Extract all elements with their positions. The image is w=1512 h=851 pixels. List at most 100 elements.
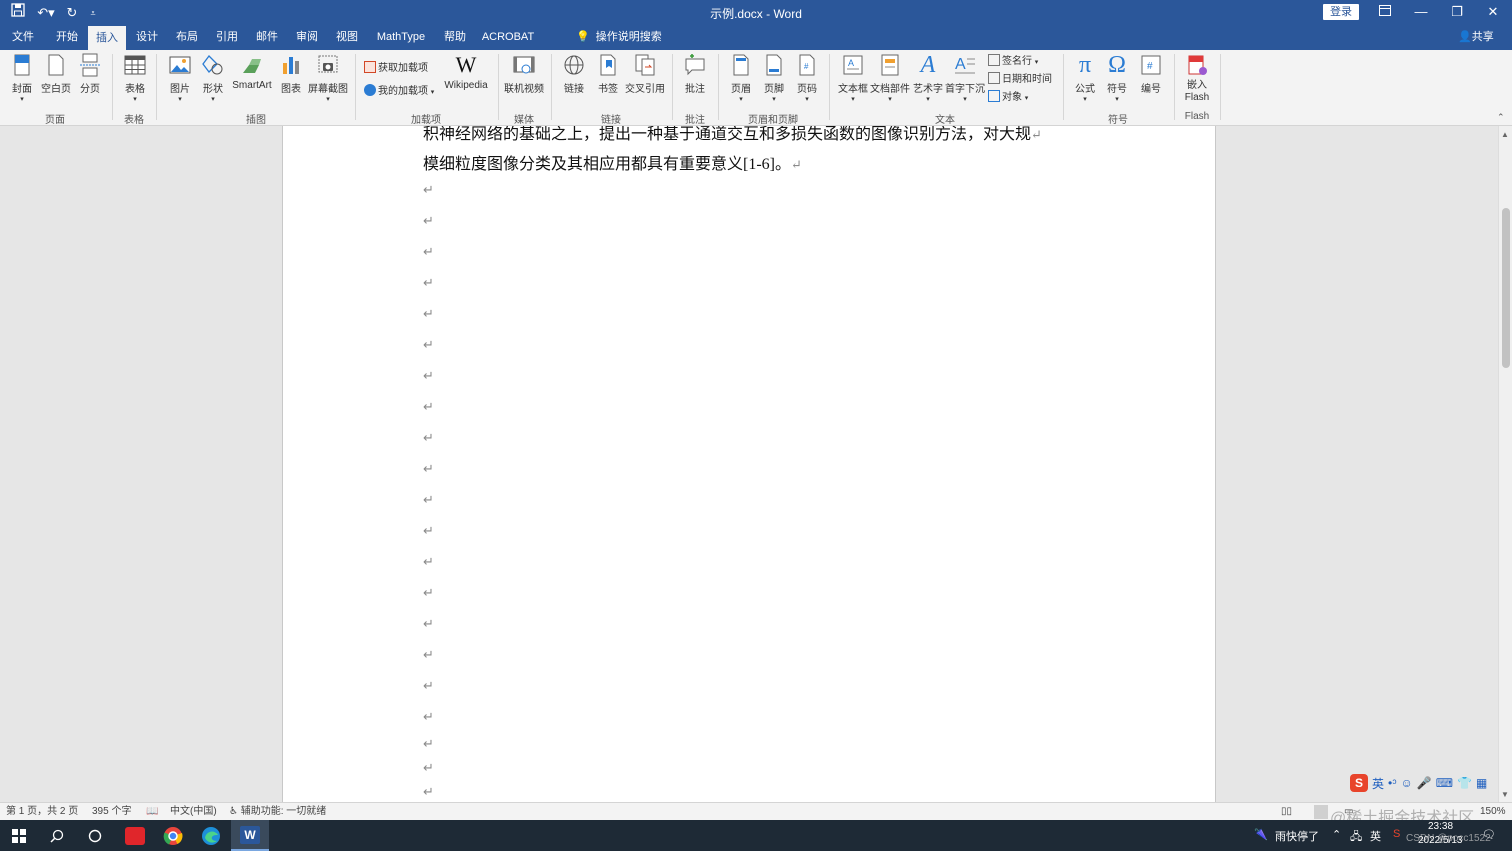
number-button[interactable]: # 编号 — [1138, 53, 1164, 95]
taskbar-ime-language[interactable]: 英 — [1370, 828, 1381, 844]
skin-icon[interactable]: 👕 — [1457, 776, 1472, 790]
textbox-button[interactable]: A 文本框 ▾ — [836, 53, 870, 103]
tab-layout[interactable]: 布局 — [168, 26, 206, 50]
scroll-thumb[interactable] — [1502, 208, 1510, 368]
punctuation-icon[interactable]: •ᵓ — [1388, 776, 1396, 790]
group-separator — [551, 54, 552, 120]
edge-icon[interactable] — [192, 820, 230, 851]
close-icon[interactable]: ✕ — [1475, 0, 1511, 26]
collapse-ribbon-icon[interactable]: ⌃ — [1497, 112, 1505, 123]
restore-icon[interactable]: ❐ — [1439, 0, 1475, 26]
tab-mailings[interactable]: 邮件 — [248, 26, 286, 50]
title-bar: ↶▾ ↻ ⩡ 示例.docx - Word 登录 — ❐ ✕ — [0, 0, 1512, 26]
smartart-button[interactable]: SmartArt — [231, 53, 273, 91]
weather-icon[interactable]: 🌂 — [1254, 828, 1268, 841]
link-button[interactable]: 链接 — [560, 53, 588, 95]
chart-button[interactable]: 图表 — [278, 53, 304, 95]
sogou-logo-icon[interactable]: S — [1350, 774, 1368, 792]
table-button[interactable]: 表格 ▾ — [120, 53, 150, 103]
empty-paragraph-mark: ↵ — [423, 678, 434, 693]
start-icon[interactable] — [0, 820, 38, 851]
chrome-icon[interactable] — [154, 820, 192, 851]
microphone-icon[interactable]: 🎤 — [1417, 776, 1432, 790]
my-addins-button[interactable]: 我的加载项 ▾ — [364, 84, 434, 100]
screenshot-button[interactable]: 屏幕截图 ▾ — [308, 53, 348, 103]
date-time-button[interactable]: 日期和时间 — [988, 72, 1052, 88]
keyboard-icon[interactable]: ⌨ — [1436, 776, 1453, 790]
tab-mathtype[interactable]: MathType — [370, 26, 432, 50]
minimize-icon[interactable]: — — [1403, 0, 1439, 26]
word-taskbar-icon[interactable]: W — [231, 820, 269, 851]
tab-file[interactable]: 文件 — [4, 26, 42, 50]
tab-review[interactable]: 审阅 — [288, 26, 326, 50]
tell-me-search[interactable]: 💡 操作说明搜索 — [576, 26, 662, 50]
language-indicator[interactable]: 中文(中国) — [170, 805, 217, 819]
tab-insert[interactable]: 插入 — [88, 26, 126, 50]
tray-expand-icon[interactable]: ⌃ — [1332, 828, 1341, 841]
object-icon — [988, 90, 1000, 102]
tab-view[interactable]: 视图 — [328, 26, 366, 50]
empty-paragraph-mark: ↵ — [423, 182, 434, 197]
paragraph-line-2[interactable]: 模细粒度图像分类及其相应用都具有重要意义[1-6]。↵ — [423, 150, 802, 174]
drop-cap-button[interactable]: A 首字下沉 ▾ — [945, 53, 985, 103]
toolbox-icon[interactable]: ▦ — [1476, 776, 1487, 790]
group-separator — [718, 54, 719, 120]
wikipedia-button[interactable]: W Wikipedia — [442, 53, 490, 92]
bookmark-button[interactable]: 书签 — [594, 53, 622, 95]
tab-references[interactable]: 引用 — [208, 26, 246, 50]
youdao-app-icon[interactable] — [116, 820, 154, 851]
cover-page-button[interactable]: 封面 ▾ — [8, 53, 36, 103]
scroll-down-icon[interactable]: ▼ — [1501, 790, 1509, 799]
tab-help[interactable]: 帮助 — [436, 26, 474, 50]
read-mode-icon[interactable]: ▯▯ — [1281, 805, 1292, 819]
vertical-scrollbar[interactable]: ▲ ▼ — [1498, 126, 1512, 802]
header-button[interactable]: 页眉 ▾ — [727, 53, 755, 103]
quick-parts-button[interactable]: 文档部件 ▾ — [870, 53, 910, 103]
equation-button[interactable]: π 公式 ▾ — [1072, 53, 1098, 103]
tab-home[interactable]: 开始 — [48, 26, 86, 50]
online-video-button[interactable]: 联机视频 — [504, 53, 544, 95]
ribbon-display-options-icon[interactable] — [1367, 0, 1403, 26]
screenshot-icon — [318, 55, 338, 73]
accessibility-status[interactable]: ♿ 辅助功能: 一切就绪 — [229, 805, 326, 819]
network-icon[interactable]: 🖧 — [1350, 828, 1362, 847]
get-addins-button[interactable]: 获取加载项 — [364, 61, 428, 77]
document-page[interactable]: 积神经网络的基础之上，提出一种基于通道交互和多损失函数的图像识别方法，对大规↵ … — [282, 126, 1216, 802]
search-icon[interactable] — [38, 820, 76, 851]
share-button[interactable]: 👤共享 — [1458, 26, 1494, 50]
proofing-icon[interactable]: 📖 — [146, 805, 158, 819]
paragraph-line-1[interactable]: 积神经网络的基础之上，提出一种基于通道交互和多损失函数的图像识别方法，对大规↵ — [423, 126, 1042, 144]
tab-acrobat[interactable]: ACROBAT — [478, 26, 538, 50]
weather-text[interactable]: 雨快停了 — [1275, 828, 1319, 844]
embed-flash-button[interactable]: 嵌入 Flash — [1180, 53, 1214, 104]
blank-page-button[interactable]: 空白页 — [40, 53, 72, 95]
login-button[interactable]: 登录 — [1323, 4, 1359, 20]
word-count[interactable]: 395 个字 — [92, 805, 131, 819]
page-count[interactable]: 第 1 页，共 2 页 — [6, 805, 78, 819]
ime-language[interactable]: 英 — [1372, 775, 1384, 792]
empty-paragraph-mark: ↵ — [423, 736, 434, 751]
object-button[interactable]: 对象 ▾ — [988, 90, 1028, 106]
clock-time[interactable]: 23:38 — [1428, 821, 1453, 832]
print-layout-icon[interactable] — [1314, 805, 1328, 819]
sogou-tray-icon[interactable]: S — [1393, 828, 1400, 840]
status-bar: 第 1 页，共 2 页 395 个字 📖 中文(中国) ♿ 辅助功能: 一切就绪… — [0, 802, 1512, 820]
footer-button[interactable]: 页脚 ▾ — [760, 53, 788, 103]
tab-design[interactable]: 设计 — [128, 26, 166, 50]
cross-reference-button[interactable]: 交叉引用 — [624, 53, 666, 95]
empty-paragraph-mark: ↵ — [423, 275, 434, 290]
signature-line-button[interactable]: 签名行 ▾ — [988, 54, 1038, 70]
group-label-text: 文本 — [935, 115, 955, 126]
task-view-icon[interactable] — [76, 820, 114, 851]
wordart-button[interactable]: A 艺术字 ▾ — [912, 53, 944, 103]
pictures-button[interactable]: 图片 ▾ — [166, 53, 194, 103]
zoom-level[interactable]: 150% — [1480, 805, 1506, 819]
scroll-up-icon[interactable]: ▲ — [1501, 130, 1509, 139]
page-number-button[interactable]: # 页码 ▾ — [793, 53, 821, 103]
group-label-symbols: 符号 — [1108, 115, 1128, 126]
shapes-button[interactable]: 形状 ▾ — [199, 53, 227, 103]
emoji-icon[interactable]: ☺ — [1400, 776, 1412, 790]
new-comment-button[interactable]: 批注 — [680, 53, 710, 95]
symbol-button[interactable]: Ω 符号 ▾ — [1104, 53, 1130, 103]
page-break-button[interactable]: 分页 — [76, 53, 104, 95]
